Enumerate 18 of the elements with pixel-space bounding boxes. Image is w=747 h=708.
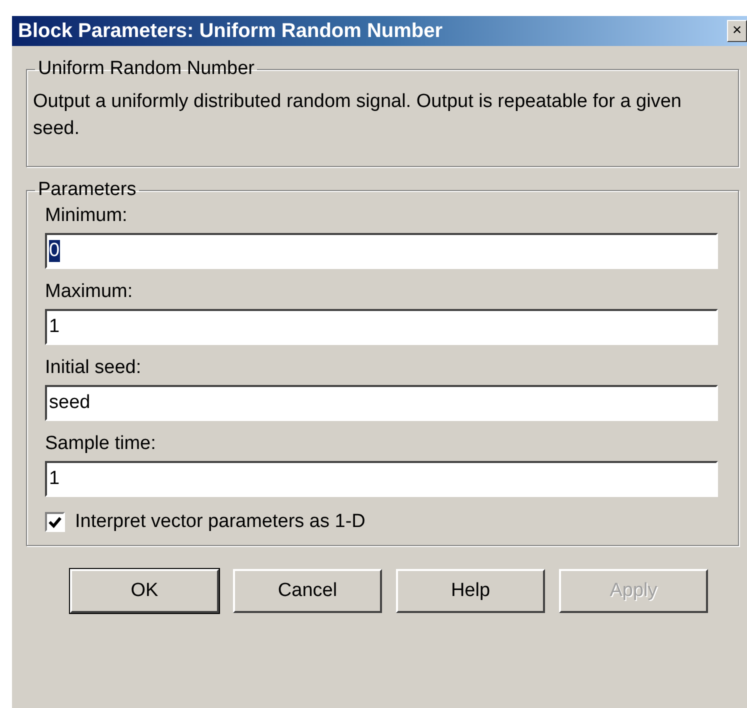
checkbox[interactable] <box>45 512 65 532</box>
description-text: Output a uniformly distributed random signal. Output is repeatable for a given seed. <box>33 90 682 141</box>
dialog-button[interactable]: OK <box>70 569 219 613</box>
input-field[interactable]: 0 <box>45 233 718 269</box>
group-title: Uniform Random Number <box>37 58 256 80</box>
dialog-button[interactable]: Cancel <box>233 569 382 613</box>
field-label: Maximum: <box>45 281 134 303</box>
field-label: Sample time: <box>45 433 157 455</box>
close-button[interactable]: × <box>727 20 747 42</box>
field-label: Minimum: <box>45 205 128 227</box>
checkbox-label: Interpret vector parameters as 1-D <box>75 511 366 533</box>
window-title: Block Parameters: Uniform Random Number <box>18 20 443 42</box>
input-field[interactable]: 1 <box>45 309 718 345</box>
input-field[interactable]: 1 <box>45 461 718 497</box>
input-field[interactable]: seed <box>45 385 718 421</box>
field-label: Initial seed: <box>45 357 142 379</box>
group-title: Parameters <box>37 179 138 201</box>
dialog-button[interactable]: Help <box>396 569 545 613</box>
